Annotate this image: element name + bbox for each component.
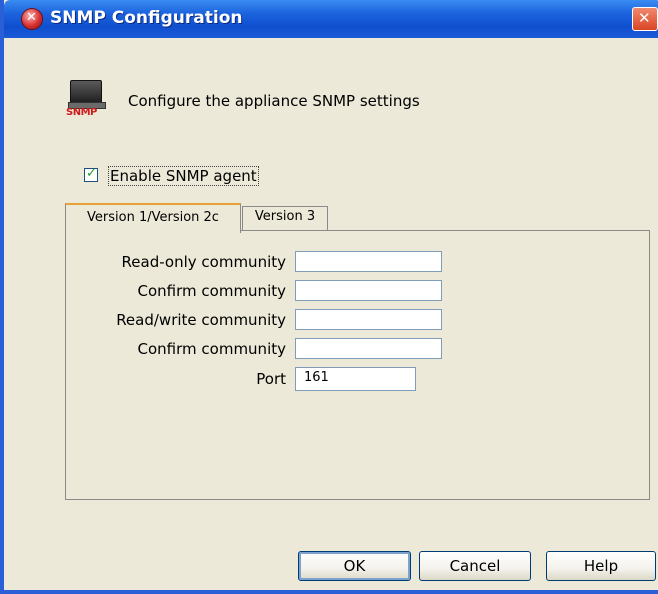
enable-snmp-agent-label[interactable]: Enable SNMP agent — [108, 166, 259, 186]
tab-version-3[interactable]: Version 3 — [242, 206, 328, 230]
confirm-community-label: Confirm community — [137, 282, 286, 300]
read-write-community-input[interactable] — [295, 309, 442, 330]
close-icon[interactable] — [632, 7, 658, 31]
tab-version-1-2c[interactable]: Version 1/Version 2c — [65, 203, 241, 233]
confirm-community-input[interactable] — [295, 280, 442, 301]
snmp-icon-label: SNMP — [66, 107, 97, 118]
read-only-community-label: Read-only community — [121, 253, 286, 271]
snmp-computer-icon: SNMP — [66, 80, 112, 122]
confirm-read-write-community-input[interactable] — [295, 338, 442, 359]
app-logo-icon — [22, 9, 42, 29]
enable-snmp-agent-checkbox[interactable] — [84, 166, 98, 182]
help-button[interactable]: Help — [546, 551, 656, 581]
read-only-community-input[interactable] — [295, 251, 442, 272]
read-write-community-label: Read/write community — [116, 311, 286, 329]
port-input[interactable]: 161 — [295, 367, 416, 391]
confirm-read-write-community-label: Confirm community — [137, 340, 286, 358]
dialog-description: Configure the appliance SNMP settings — [128, 92, 420, 110]
port-label: Port — [256, 370, 286, 388]
cancel-button[interactable]: Cancel — [419, 551, 531, 581]
ok-button[interactable]: OK — [298, 551, 411, 581]
window-title: SNMP Configuration — [50, 8, 243, 28]
snmp-configuration-dialog: SNMP Configuration SNMP Configure the ap… — [0, 0, 658, 594]
tab-panel: Read-only community Confirm community Re… — [65, 230, 650, 500]
title-bar[interactable]: SNMP Configuration — [4, 0, 658, 38]
